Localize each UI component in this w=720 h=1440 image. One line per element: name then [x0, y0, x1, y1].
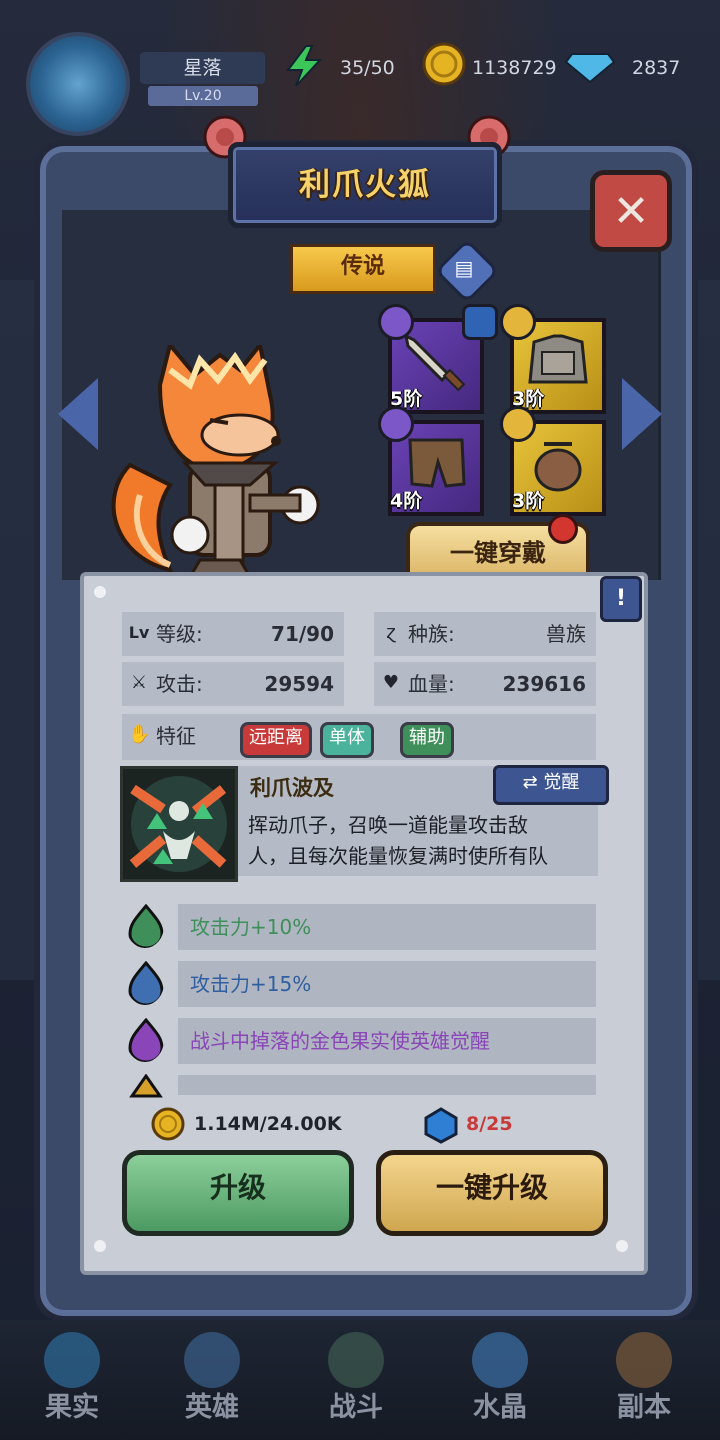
- equipment-tier: 3阶: [512, 490, 545, 512]
- gems-value: 2837: [632, 57, 681, 79]
- trait-tag: 单体: [320, 722, 374, 758]
- gold-coin-icon: [422, 42, 466, 86]
- player-name: 星落: [140, 52, 265, 84]
- stat-label: 等级:: [156, 622, 203, 646]
- quality-badge-icon: [500, 406, 536, 442]
- book-icon: ▤: [454, 256, 474, 280]
- skill-description: 挥动爪子，召唤一道能量攻击敌 人，且每次能量恢复满时使所有队: [248, 810, 593, 872]
- nav-label: 水晶: [473, 1392, 527, 1423]
- nav-tab-hero[interactable]: 英雄: [140, 1320, 284, 1440]
- equipment-tier: 4阶: [390, 490, 423, 512]
- heart-icon: ♥: [382, 672, 400, 693]
- skill-icon[interactable]: [120, 766, 238, 882]
- green-buff-icon: [128, 904, 164, 948]
- stat-level: Lv 等级: 71/90: [122, 612, 344, 656]
- hero-name: 利爪火狐: [299, 167, 431, 203]
- stat-label: 血量:: [408, 672, 455, 696]
- nav-label: 果实: [45, 1392, 99, 1423]
- claw-icon: ✋: [128, 724, 151, 745]
- race-icon: ɀ: [386, 622, 396, 643]
- player-avatar[interactable]: [26, 32, 130, 136]
- dungeon-icon: [616, 1332, 672, 1388]
- exclamation-icon: !: [615, 586, 627, 611]
- coin-cost: 1.14M/24.00K: [194, 1113, 342, 1135]
- trait-tag: 辅助: [400, 722, 454, 758]
- info-button[interactable]: !: [600, 576, 642, 622]
- skill-desc-line: 挥动爪子，召唤一道能量攻击敌: [248, 813, 528, 837]
- quality-badge-icon: [378, 406, 414, 442]
- awaken-button[interactable]: ⇄ 觉醒: [493, 765, 609, 805]
- nav-tab-crystal[interactable]: 水晶: [428, 1320, 572, 1440]
- crystal-cost: 8/25: [466, 1113, 513, 1135]
- rarity-badge: 传说: [290, 244, 436, 294]
- nav-tab-battle[interactable]: 战斗: [284, 1320, 428, 1440]
- trait-tag: 远距离: [240, 722, 312, 758]
- nav-tab-dungeon[interactable]: 副本: [572, 1320, 716, 1440]
- stat-label: 攻击:: [156, 672, 203, 696]
- level-icon: Lv: [128, 623, 150, 642]
- stat-attack: ⚔ 攻击: 29594: [122, 662, 344, 706]
- skill-name: 利爪波及: [250, 772, 334, 802]
- upgrade-all-button[interactable]: 一键升级: [376, 1150, 608, 1236]
- energy-burst-icon: [129, 776, 227, 872]
- quality-badge-icon: [500, 304, 536, 340]
- previous-hero-arrow[interactable]: [58, 378, 98, 450]
- next-hero-arrow[interactable]: [622, 378, 662, 450]
- notification-dot: [548, 514, 578, 544]
- buff-row: 攻击力+15%: [178, 961, 596, 1007]
- blue-buff-icon: [128, 961, 164, 1005]
- energy-value: 35/50: [340, 57, 395, 79]
- panel-rivet: [616, 1240, 628, 1252]
- stat-hp: ♥ 血量: 239616: [374, 662, 596, 706]
- buff-row: 攻击力+10%: [178, 904, 596, 950]
- player-level: Lv.20: [148, 86, 258, 106]
- stat-race: ɀ 种族: 兽族: [374, 612, 596, 656]
- battle-icon: [328, 1332, 384, 1388]
- fruit-icon: [44, 1332, 100, 1388]
- stat-value: 29594: [264, 672, 334, 696]
- buff-row: [178, 1075, 596, 1095]
- panel-rivet: [94, 1240, 106, 1252]
- swap-icon: ⇄: [522, 772, 544, 793]
- skill-desc-line: 人，且每次能量恢复满时使所有队: [248, 844, 548, 868]
- sword-icon: ⚔: [130, 672, 148, 693]
- close-icon: ✕: [612, 185, 650, 237]
- close-button[interactable]: ✕: [590, 170, 672, 252]
- stat-value: 239616: [502, 672, 587, 696]
- diamond-icon: [564, 53, 616, 84]
- hero-portrait-fire-fox: [111, 345, 320, 579]
- purple-buff-icon: [128, 1018, 164, 1062]
- stat-value: 71/90: [271, 622, 334, 646]
- hero-icon: [184, 1332, 240, 1388]
- nav-tab-fruit[interactable]: 果实: [0, 1320, 144, 1440]
- nav-label: 副本: [617, 1392, 671, 1423]
- stat-label: 种族:: [408, 622, 455, 646]
- gold-value: 1138729: [472, 57, 557, 79]
- quality-badge-icon: [378, 304, 414, 340]
- stat-traits: ✋ 特征 远距离 单体 辅助: [122, 714, 596, 760]
- lock-icon[interactable]: [462, 304, 498, 340]
- crystal-icon: [472, 1332, 528, 1388]
- panel-rivet: [94, 586, 106, 598]
- energy-icon: [286, 45, 323, 87]
- buff-row: 战斗中掉落的金色果实使英雄觉醒: [178, 1018, 596, 1064]
- awaken-label: 觉醒: [543, 772, 580, 793]
- stat-value: 兽族: [546, 622, 586, 646]
- upgrade-button[interactable]: 升级: [122, 1150, 354, 1236]
- crystal-icon: [424, 1107, 458, 1144]
- gold-coin-icon: [151, 1107, 185, 1141]
- nav-label: 英雄: [185, 1392, 239, 1423]
- stat-label: 特征: [156, 724, 196, 748]
- nav-label: 战斗: [329, 1392, 383, 1423]
